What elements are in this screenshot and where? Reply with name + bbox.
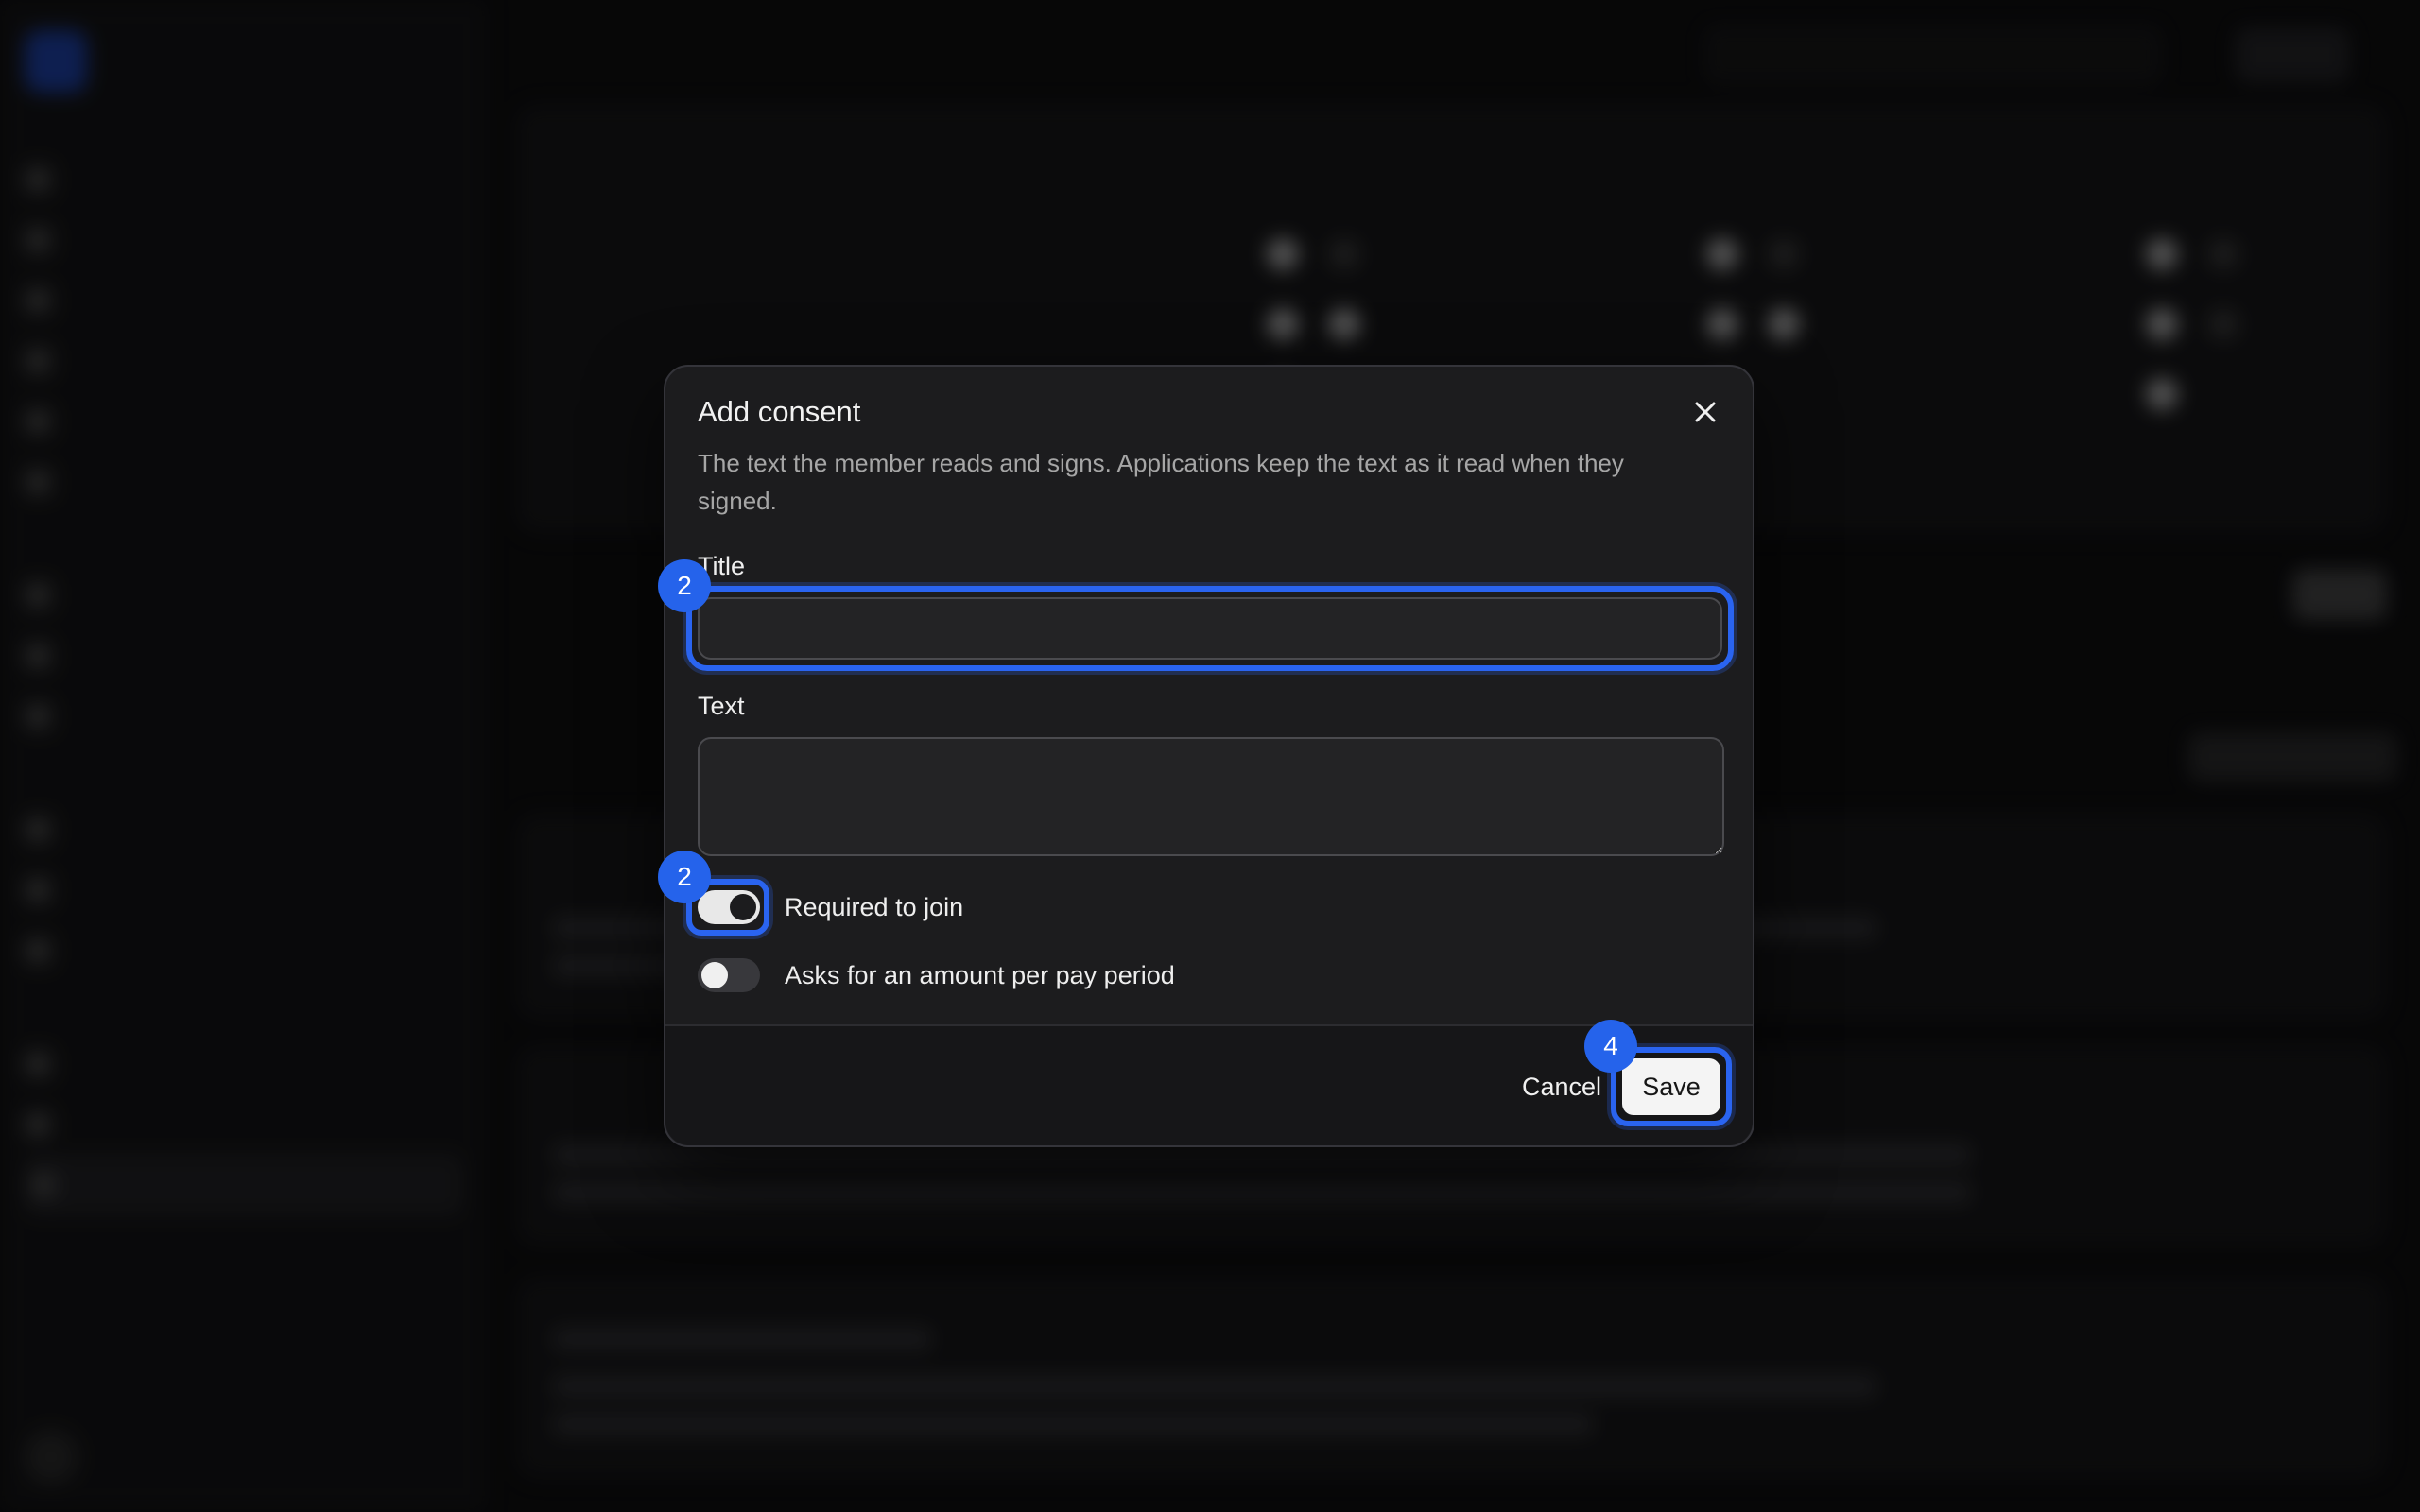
save-button[interactable]: Save <box>1622 1058 1720 1115</box>
dialog-title: Add consent <box>698 395 861 428</box>
required-to-join-label: Required to join <box>785 892 964 921</box>
annotation-badge-toggle: 2 <box>658 850 711 903</box>
amount-per-pay-period-toggle[interactable] <box>698 958 760 992</box>
amount-per-pay-period-row: Asks for an amount per pay period <box>698 958 1175 992</box>
text-textarea[interactable] <box>698 737 1724 856</box>
annotation-badge-save: 4 <box>1584 1020 1637 1073</box>
toggle-knob <box>730 894 756 920</box>
required-to-join-row: Required to join <box>698 890 963 924</box>
close-icon <box>1695 402 1716 422</box>
amount-per-pay-period-label: Asks for an amount per pay period <box>785 960 1175 989</box>
title-input[interactable] <box>698 597 1722 660</box>
text-label: Text <box>698 692 745 720</box>
cancel-button[interactable]: Cancel <box>1522 1066 1601 1108</box>
dialog-description: The text the member reads and signs. App… <box>698 449 1624 515</box>
annotation-badge-title: 2 <box>658 559 711 612</box>
required-to-join-toggle[interactable] <box>698 890 760 924</box>
toggle-knob <box>701 962 728 988</box>
close-button[interactable] <box>1685 391 1726 433</box>
